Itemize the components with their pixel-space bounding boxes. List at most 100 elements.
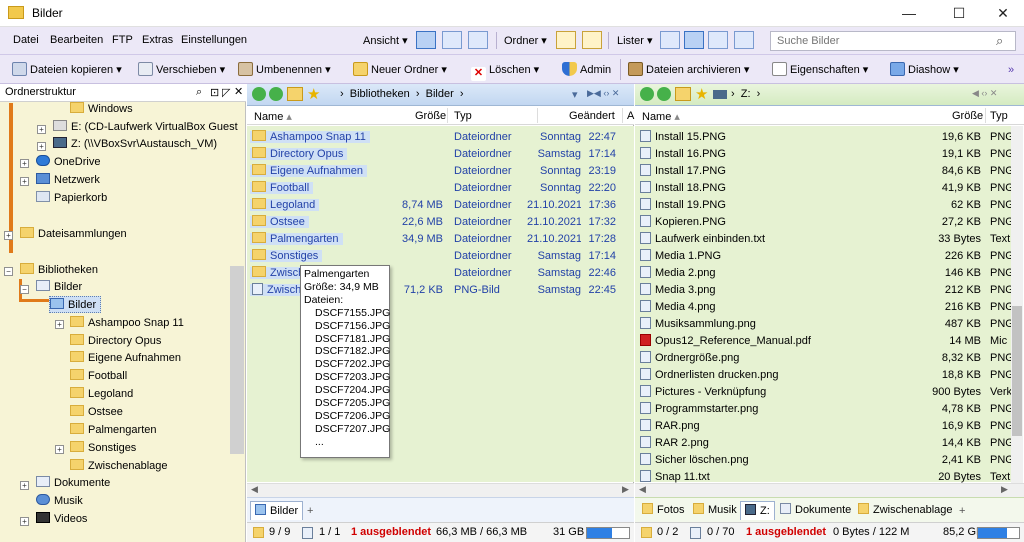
ansicht-menu[interactable]: Ansicht ▾	[363, 34, 408, 47]
right-hidden-count[interactable]: 1 ausgeblendet	[746, 526, 826, 538]
menu-ftp[interactable]: FTP	[112, 34, 133, 46]
table-row[interactable]: Programmstarter.png 4,78 KB PNG	[635, 401, 1011, 418]
col-size[interactable]: Größe	[952, 110, 983, 122]
minimize-button[interactable]: —	[886, 0, 932, 27]
pin-icon[interactable]: ◸	[222, 86, 230, 99]
table-row[interactable]: Ostsee 22,6 MB Dateiordner 21.10.2021 17:32	[247, 214, 634, 231]
breadcrumb[interactable]: › Z: ›	[731, 88, 760, 100]
tab-fotos[interactable]: Fotos	[638, 501, 689, 520]
col-name[interactable]: Name ▴	[642, 110, 680, 123]
right-h-scrollbar[interactable]: ◀ ▶	[635, 483, 1024, 497]
back-icon[interactable]	[640, 87, 654, 101]
table-row[interactable]: Install 16.PNG 19,1 KB PNG	[635, 146, 1011, 163]
table-row[interactable]: Musiksammlung.png 487 KB PNG	[635, 316, 1011, 333]
table-row[interactable]: Install 17.PNG 84,6 KB PNG	[635, 163, 1011, 180]
tab-zwischenablage[interactable]: Zwischenablage	[854, 501, 957, 520]
tree-item-dokumente[interactable]: Dokumente	[36, 475, 110, 492]
tab-z[interactable]: Z:	[740, 501, 775, 520]
tree-item-z-drive[interactable]: Z: (\\VBoxSvr\Austausch_VM)	[53, 136, 217, 153]
rename-button[interactable]: Umbenennen ▾	[238, 61, 331, 79]
menu-einstellungen[interactable]: Einstellungen	[181, 34, 247, 46]
close-icon[interactable]: ✕	[234, 85, 243, 98]
tab-dokumente[interactable]: Dokumente	[776, 501, 855, 520]
table-row[interactable]: RAR 2.png 14,4 KB PNG	[635, 435, 1011, 452]
tree-item-dateisammlungen[interactable]: Dateisammlungen	[20, 226, 127, 243]
properties-button[interactable]: Eigenschaften ▾	[772, 61, 868, 79]
view-thumbnail-button[interactable]	[468, 31, 488, 49]
view-details-button[interactable]	[416, 31, 436, 49]
admin-button[interactable]: Admin	[562, 61, 611, 79]
search-input[interactable]	[770, 31, 1016, 51]
new-tab-button[interactable]: +	[303, 502, 317, 521]
table-row[interactable]: Palmengarten 34,9 MB Dateiordner 21.10.2021…	[247, 231, 634, 248]
table-row[interactable]: Kopieren.PNG 27,2 KB PNG	[635, 214, 1011, 231]
tab-bilder[interactable]: Bilder	[250, 501, 304, 520]
slideshow-button[interactable]: Diashow ▾	[890, 61, 959, 79]
col-type[interactable]: Typ	[454, 110, 472, 122]
table-row[interactable]: Sonstiges Dateiordner Samstag 17:14	[247, 248, 634, 265]
maximize-button[interactable]: ☐	[936, 0, 982, 27]
col-size[interactable]: Größe	[415, 110, 446, 122]
folder-compare-button[interactable]	[556, 31, 576, 49]
tree-item-musik[interactable]: Musik	[36, 493, 83, 510]
tree-item-legoland[interactable]: Legoland	[70, 386, 133, 403]
pane-toggle-icon[interactable]: ▶◀ ‹› ✕	[587, 88, 619, 99]
parent-folder-icon[interactable]	[675, 87, 691, 101]
new-folder-button[interactable]: Neuer Ordner ▾	[353, 61, 447, 79]
lister-dual-button[interactable]	[684, 31, 704, 49]
view-power-button[interactable]	[442, 31, 462, 49]
table-row[interactable]: Install 15.PNG 19,6 KB PNG	[635, 129, 1011, 146]
table-row[interactable]: Eigene Aufnahmen Dateiordner Sonntag 23:19	[247, 163, 634, 180]
table-row[interactable]: Media 3.png 212 KB PNG	[635, 282, 1011, 299]
tree-item-football[interactable]: Football	[70, 368, 127, 385]
table-row[interactable]: Install 18.PNG 41,9 KB PNG	[635, 180, 1011, 197]
menu-bearbeiten[interactable]: Bearbeiten	[50, 34, 103, 46]
menu-datei[interactable]: Datei	[13, 34, 39, 46]
tree-item-videos[interactable]: Videos	[36, 511, 87, 528]
table-row[interactable]: Media 1.PNG 226 KB PNG	[635, 248, 1011, 265]
new-tab-button[interactable]: +	[955, 502, 969, 521]
favorite-star-icon[interactable]: ★	[307, 85, 320, 103]
favorite-star-icon[interactable]: ★	[695, 85, 708, 103]
left-hidden-count[interactable]: 1 ausgeblendet	[351, 526, 431, 538]
delete-button[interactable]: ✕ Löschen ▾	[471, 61, 539, 81]
tree-item-bilder-selected[interactable]: Bilder	[49, 296, 102, 313]
table-row[interactable]: Ordnerlisten drucken.png 18,8 KB PNG	[635, 367, 1011, 384]
lister-single-button[interactable]	[660, 31, 680, 49]
forward-icon[interactable]	[269, 87, 283, 101]
lister-tree-button[interactable]	[708, 31, 728, 49]
table-row[interactable]: Media 4.png 216 KB PNG	[635, 299, 1011, 316]
close-button[interactable]: ✕	[980, 0, 1024, 27]
forward-icon[interactable]	[657, 87, 671, 101]
table-row[interactable]: Laufwerk einbinden.txt 33 Bytes Text	[635, 231, 1011, 248]
table-row[interactable]: Directory Opus Dateiordner Samstag 17:14	[247, 146, 634, 163]
tree-item-bilder-library[interactable]: Bilder	[36, 279, 82, 296]
ordner-menu[interactable]: Ordner ▾	[504, 34, 547, 47]
toolbar-overflow-button[interactable]: »	[1008, 61, 1014, 79]
tree-item-ostsee[interactable]: Ostsee	[70, 404, 123, 421]
tree-scrollbar[interactable]	[230, 266, 244, 454]
tree-item-zwischenablage[interactable]: Zwischenablage	[70, 458, 168, 475]
tree-item-e-drive[interactable]: E: (CD-Laufwerk VirtualBox Guest	[53, 119, 238, 136]
back-icon[interactable]	[252, 87, 266, 101]
table-row[interactable]: Ashampoo Snap 11 Dateiordner Sonntag 22:47	[247, 129, 634, 146]
lister-viewer-button[interactable]	[734, 31, 754, 49]
right-v-scrollbar[interactable]	[1011, 126, 1023, 483]
table-row[interactable]: Pictures - Verknüpfung 900 Bytes Verk	[635, 384, 1011, 401]
path-dropdown-icon[interactable]: ▾	[572, 88, 578, 101]
tree-item-bibliotheken[interactable]: Bibliotheken	[20, 262, 98, 279]
left-h-scrollbar[interactable]: ◀ ▶	[247, 483, 634, 497]
parent-folder-icon[interactable]	[287, 87, 303, 101]
copy-files-button[interactable]: Dateien kopieren ▾	[12, 61, 122, 79]
table-row[interactable]: Ordnergröße.png 8,32 KB PNG	[635, 350, 1011, 367]
tree-item-directory-opus[interactable]: Directory Opus	[70, 333, 161, 350]
table-row[interactable]: Opus12_Reference_Manual.pdf 14 MB Mic	[635, 333, 1011, 350]
tree-item-eigene-aufnahmen[interactable]: Eigene Aufnahmen	[70, 350, 181, 367]
pane-toggle-icon[interactable]: ◀ ‹› ✕	[972, 88, 997, 99]
search-icon[interactable]: ⌕	[196, 86, 202, 99]
table-row[interactable]: Sicher löschen.png 2,41 KB PNG	[635, 452, 1011, 469]
tree-item-ashampoo[interactable]: Ashampoo Snap 11	[70, 315, 184, 332]
col-type[interactable]: Typ	[990, 110, 1008, 122]
table-row[interactable]: Media 2.png 146 KB PNG	[635, 265, 1011, 282]
col-changed[interactable]: Geändert	[569, 110, 615, 122]
